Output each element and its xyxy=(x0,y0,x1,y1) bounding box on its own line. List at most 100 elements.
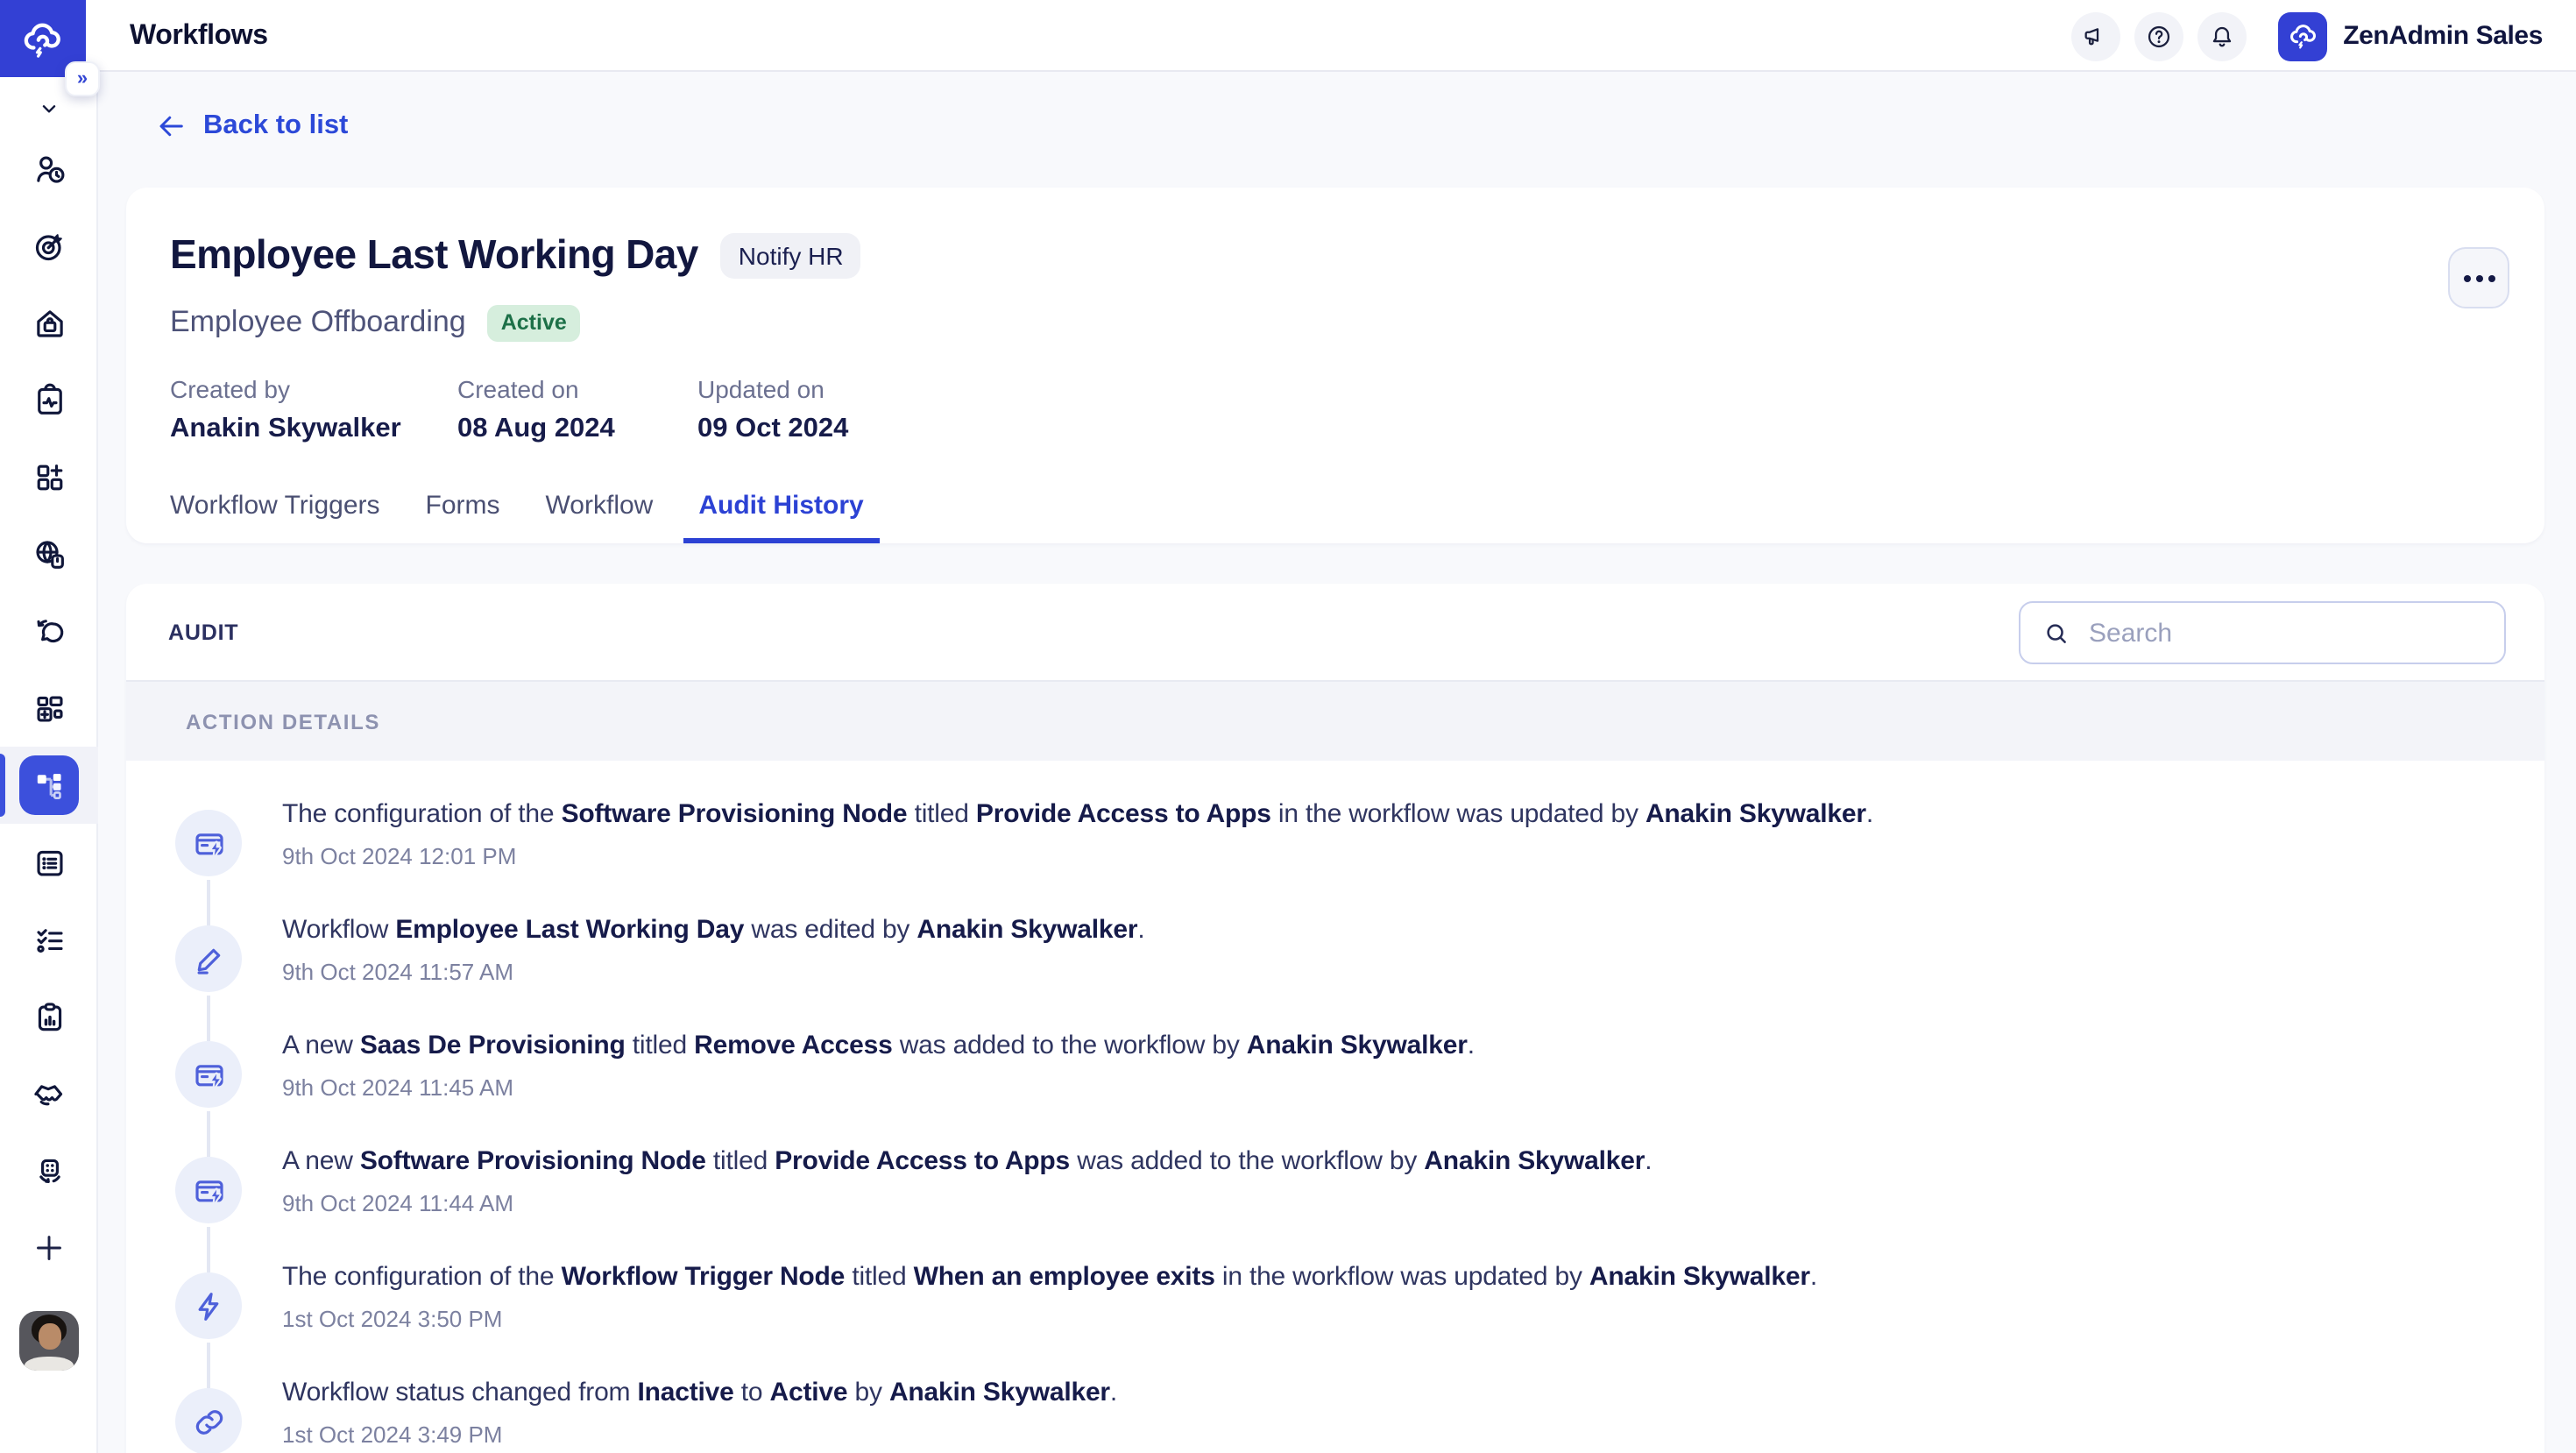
audit-entry-text: A new Software Provisioning Node titled … xyxy=(282,1145,1652,1180)
sidebar-item-support-chat[interactable] xyxy=(0,592,98,670)
link-icon xyxy=(175,1388,242,1453)
edit-icon xyxy=(175,925,242,992)
plus-icon xyxy=(30,1229,68,1267)
chevron-down-icon xyxy=(35,95,63,123)
timeline-rail xyxy=(175,1134,242,1223)
timeline-rail xyxy=(175,787,242,876)
sidebar-item-workflows[interactable] xyxy=(0,747,98,824)
timeline-rail xyxy=(175,1365,242,1453)
sidebar-item-forms[interactable] xyxy=(0,824,98,901)
audit-entry-text: A new Saas De Provisioning titled Remove… xyxy=(282,1029,1475,1064)
user-clock-icon xyxy=(31,150,67,187)
sidebar-item-tasks[interactable] xyxy=(0,901,98,978)
node-card-icon xyxy=(175,810,242,876)
topbar-actions: ZenAdmin Sales xyxy=(2071,11,2543,61)
search-input[interactable] xyxy=(2089,618,2504,648)
sidebar-item-add-new[interactable] xyxy=(0,1209,98,1286)
sidebar-item-workspace[interactable] xyxy=(0,284,98,361)
audit-entry: Workflow Employee Last Working Day was e… xyxy=(126,903,2544,1018)
audit-section-label: AUDIT xyxy=(168,619,238,647)
audit-entry-timestamp: 9th Oct 2024 11:44 AM xyxy=(282,1188,1652,1218)
globe-device-icon xyxy=(31,535,67,572)
tab-audit-history[interactable]: Audit History xyxy=(698,466,863,543)
bolt-icon xyxy=(190,1287,227,1324)
help-button[interactable] xyxy=(2134,11,2183,60)
audit-entry-timestamp: 9th Oct 2024 11:45 AM xyxy=(282,1073,1475,1102)
workflow-tree-icon xyxy=(30,766,68,804)
tab-workflow-triggers[interactable]: Workflow Triggers xyxy=(170,466,380,543)
node-card-icon xyxy=(190,1172,227,1208)
workflow-tabs: Workflow Triggers Forms Workflow Audit H… xyxy=(170,466,864,543)
audit-card: AUDIT ACTION DETAILS The configuration o… xyxy=(126,584,2544,1453)
sidebar-item-device-health[interactable] xyxy=(0,361,98,438)
sidebar-item-app-store[interactable] xyxy=(0,438,98,515)
sidebar-item-partners[interactable] xyxy=(0,1055,98,1132)
sidebar-item-asset-sync[interactable] xyxy=(0,1132,98,1209)
handshake-icon xyxy=(31,1075,67,1112)
timeline-rail xyxy=(175,903,242,992)
widgets-add-icon xyxy=(31,690,67,726)
audit-entry: The configuration of the Workflow Trigge… xyxy=(126,1250,2544,1365)
sidebar-item-web-access[interactable] xyxy=(0,515,98,592)
meta-updated-on: Updated on 09 Oct 2024 xyxy=(697,373,848,447)
meta-created-on: Created on 08 Aug 2024 xyxy=(457,373,615,447)
sidebar xyxy=(0,72,98,1453)
sidebar-item-people[interactable] xyxy=(0,130,98,207)
audit-entry-text: Workflow status changed from Inactive to… xyxy=(282,1376,1117,1411)
megaphone-icon xyxy=(2082,22,2110,50)
workflow-title: Employee Last Working Day xyxy=(170,228,698,282)
back-to-list-link[interactable]: Back to list xyxy=(156,110,348,142)
audit-entry: A new Saas De Provisioning titled Remove… xyxy=(126,1018,2544,1134)
squares-plus-icon xyxy=(31,458,67,495)
workflow-category: Employee Offboarding xyxy=(170,303,466,342)
cube-sync-icon xyxy=(31,1152,67,1189)
audit-entry-timestamp: 1st Oct 2024 3:49 PM xyxy=(282,1420,1117,1449)
node-card-icon xyxy=(175,1157,242,1223)
main-content: Back to list Employee Last Working Day N… xyxy=(98,72,2576,1453)
audit-entries: The configuration of the Software Provis… xyxy=(126,761,2544,1453)
clipboard-chart-icon xyxy=(31,998,67,1035)
meta-created-by: Created by Anakin Skywalker xyxy=(170,373,401,447)
search-icon xyxy=(2042,618,2071,648)
workflow-header-card: Employee Last Working Day Notify HR Empl… xyxy=(126,188,2544,543)
audit-entry: The configuration of the Software Provis… xyxy=(126,787,2544,903)
page-title: Workflows xyxy=(130,0,268,72)
audit-entry-text: The configuration of the Workflow Trigge… xyxy=(282,1260,1817,1295)
status-badge: Active xyxy=(487,304,581,341)
tab-workflow[interactable]: Workflow xyxy=(546,466,654,543)
audit-entry: Workflow status changed from Inactive to… xyxy=(126,1365,2544,1453)
sidebar-expand-button[interactable]: » xyxy=(65,61,100,96)
link-icon xyxy=(190,1403,227,1440)
org-switcher[interactable]: ZenAdmin Sales xyxy=(2278,11,2543,60)
audit-entry: A new Software Provisioning Node titled … xyxy=(126,1134,2544,1250)
bolt-icon xyxy=(175,1272,242,1339)
more-actions-button[interactable] xyxy=(2448,247,2509,308)
cloud-logo-icon xyxy=(19,15,67,62)
back-arrow-icon xyxy=(156,110,188,142)
audit-search xyxy=(2019,601,2506,664)
sidebar-item-integrations[interactable] xyxy=(0,670,98,747)
node-card-icon xyxy=(175,1041,242,1108)
audit-entry-text: Workflow Employee Last Working Day was e… xyxy=(282,913,1144,948)
org-name: ZenAdmin Sales xyxy=(2343,21,2543,51)
announcements-button[interactable] xyxy=(2071,11,2120,60)
timeline-rail xyxy=(175,1018,242,1108)
app-window: Workflows ZenAdmin Sales » Back to list … xyxy=(0,0,2576,1453)
node-card-icon xyxy=(190,825,227,861)
audit-entry-text: The configuration of the Software Provis… xyxy=(282,797,1873,833)
top-bar: Workflows ZenAdmin Sales xyxy=(0,0,2576,72)
user-avatar[interactable] xyxy=(19,1311,79,1371)
edit-icon xyxy=(190,940,227,977)
bell-icon xyxy=(2208,22,2236,50)
sidebar-item-goals[interactable] xyxy=(0,207,98,284)
form-list-icon xyxy=(31,844,67,881)
tab-forms[interactable]: Forms xyxy=(426,466,500,543)
ellipsis-icon xyxy=(2463,274,2470,281)
clipboard-pulse-icon xyxy=(31,381,67,418)
home-icon xyxy=(31,304,67,341)
notifications-button[interactable] xyxy=(2197,11,2247,60)
audit-entry-timestamp: 1st Oct 2024 3:50 PM xyxy=(282,1304,1817,1334)
target-icon xyxy=(31,227,67,264)
audit-table-header: ACTION DETAILS xyxy=(126,680,2544,761)
sidebar-item-reports[interactable] xyxy=(0,978,98,1055)
